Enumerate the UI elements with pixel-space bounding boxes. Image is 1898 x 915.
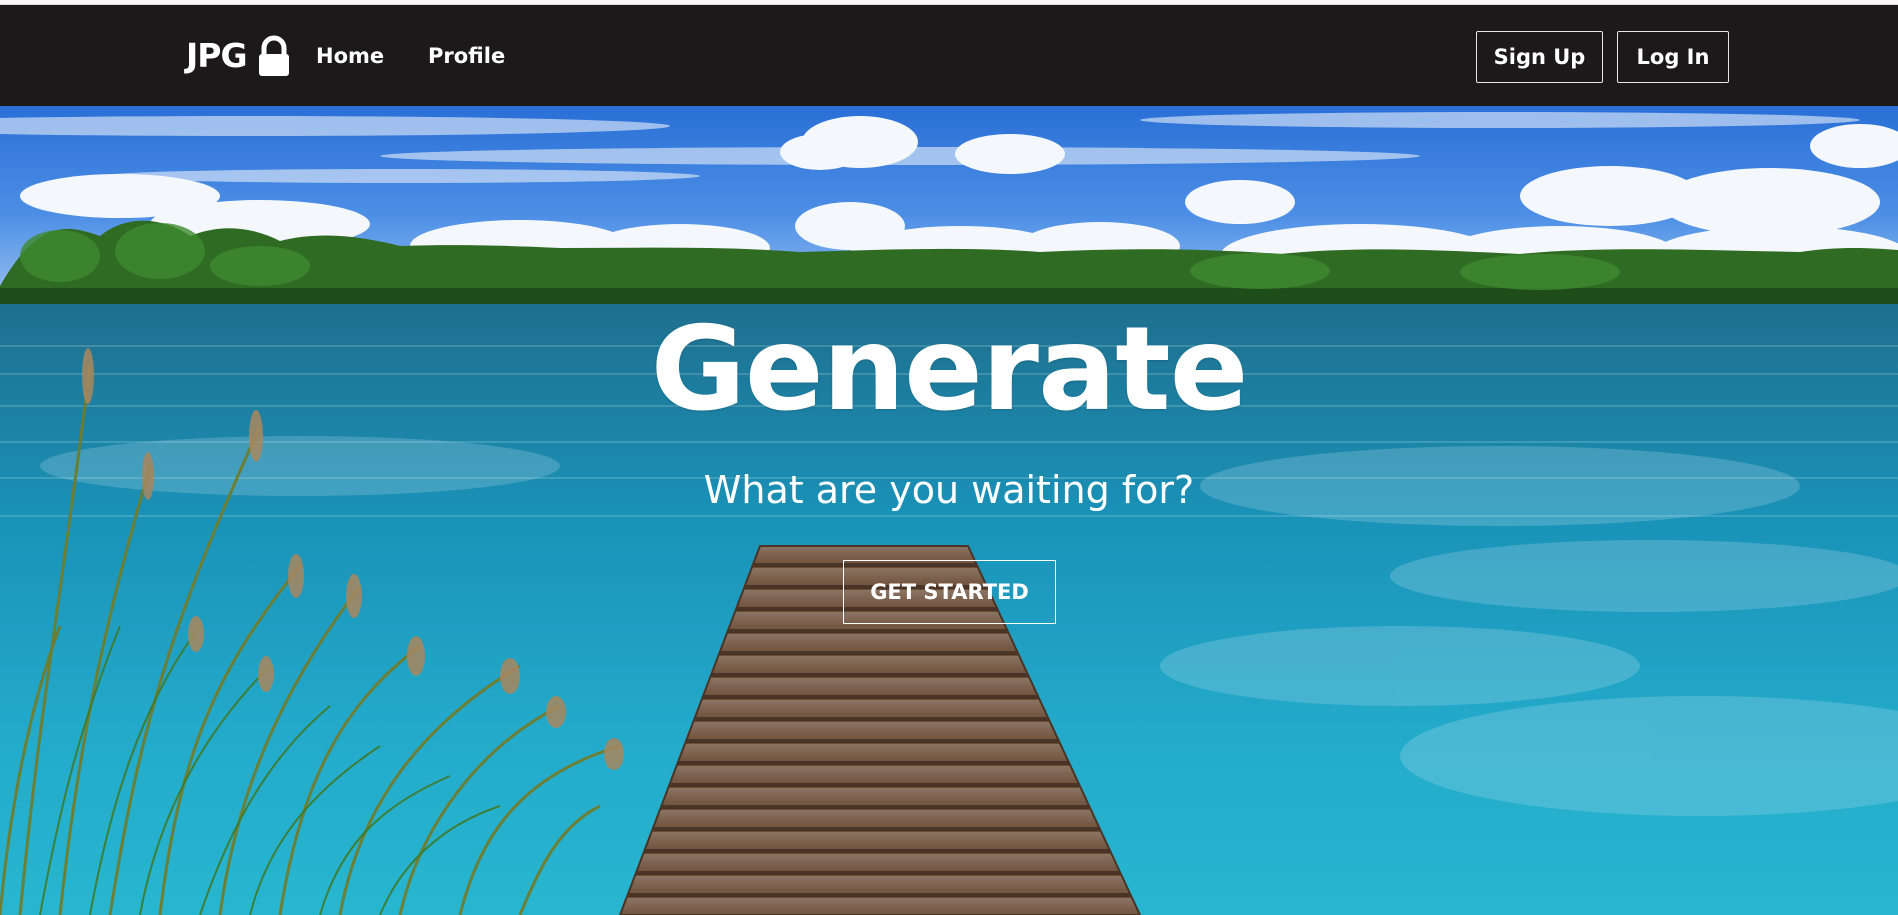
lock-icon [258,35,289,76]
page: JPG Home Profile Sign Up Log In Generate… [0,0,1898,915]
brand-name[interactable]: JPG [186,36,248,76]
sign-up-button[interactable]: Sign Up [1476,31,1603,83]
hero-title: Generate [650,302,1249,437]
nav-link-home[interactable]: Home [316,42,384,70]
nav-link-profile[interactable]: Profile [428,42,505,70]
hero-subtitle: What are you waiting for? [703,468,1195,512]
brand[interactable]: JPG [186,35,293,77]
navbar: JPG Home Profile Sign Up Log In [0,5,1898,106]
hero-section: Generate What are you waiting for? GET S… [0,106,1898,915]
get-started-button[interactable]: GET STARTED [843,560,1056,624]
log-in-button[interactable]: Log In [1617,31,1729,83]
